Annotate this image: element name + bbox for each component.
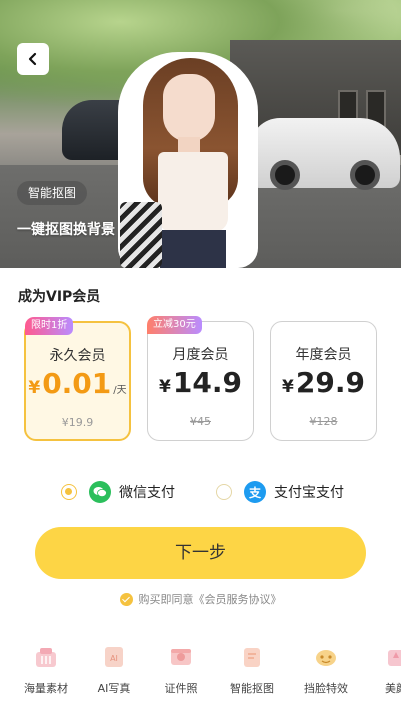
plan-price: ¥ 14.9 [148, 366, 253, 399]
feature-label: 证件照 [164, 682, 198, 695]
price-currency: ¥ [159, 377, 171, 397]
back-button[interactable] [17, 43, 49, 75]
smart-cutout-icon [239, 644, 265, 670]
feature-bar: 海量素材 AI AI写真 证件照 智能抠图 挡脸特效 美颜 [0, 644, 401, 704]
agreement-row[interactable]: 购买即同意《会员服务协议》 [0, 591, 401, 607]
car-wheel [270, 160, 300, 190]
payment-label: 支付宝支付 [274, 485, 344, 501]
price-amount: 29.9 [295, 366, 365, 399]
feature-label: 海量素材 [24, 682, 68, 695]
hero-slogan: 一键抠图换背景 [17, 222, 115, 238]
wechat-pay-icon [89, 481, 111, 503]
plan-original-price: ¥45 [190, 415, 211, 428]
alipay-icon: 支 [244, 481, 266, 503]
payment-option-wechat[interactable]: 微信支付 [61, 480, 175, 504]
plan-badge: 立减30元 [147, 316, 202, 334]
cutout-model-figure [118, 52, 258, 268]
feature-item-beauty[interactable]: 美颜 [366, 644, 401, 696]
car-wheel [350, 160, 380, 190]
plan-card-lifetime[interactable]: 限时1折 永久会员 ¥ 0.01 /天 ¥19.9 [24, 317, 131, 441]
price-unit: /天 [113, 385, 127, 396]
plan-name: 月度会员 [172, 347, 229, 363]
plan-original-price: ¥19.9 [61, 416, 94, 429]
feature-item-id-photo[interactable]: 证件照 [151, 644, 211, 696]
feature-item-ai-portrait[interactable]: AI AI写真 [84, 644, 144, 696]
feature-item-material[interactable]: 海量素材 [16, 644, 76, 696]
face-effect-icon [313, 644, 339, 670]
feature-label: 挡脸特效 [304, 682, 348, 695]
model-top [158, 152, 228, 232]
plan-card-monthly[interactable]: 立减30元 月度会员 ¥ 14.9 ¥45 [147, 316, 254, 441]
feature-label: 美颜 [385, 682, 401, 695]
chevron-left-icon [28, 52, 37, 66]
radio-button[interactable] [216, 484, 232, 500]
feature-item-smart-cutout[interactable]: 智能抠图 [222, 644, 282, 696]
agreement-check-icon[interactable] [119, 592, 133, 606]
wechat-bubble-icon [93, 487, 107, 497]
id-photo-icon [168, 644, 194, 670]
hero-tag: 智能抠图 [17, 181, 88, 205]
svg-text:AI: AI [110, 654, 118, 663]
plan-badge: 限时1折 [25, 317, 74, 335]
model-skirt [160, 230, 226, 268]
payment-option-alipay[interactable]: 支 支付宝支付 [216, 480, 344, 504]
material-icon [33, 644, 59, 670]
plan-name: 永久会员 [49, 348, 106, 364]
feature-label: 智能抠图 [230, 682, 274, 695]
plan-name: 年度会员 [295, 347, 352, 363]
agreement-text[interactable]: 购买即同意《会员服务协议》 [139, 591, 282, 607]
plan-price: ¥ 0.01 /天 [26, 367, 129, 400]
price-amount: 0.01 [42, 367, 112, 400]
model-bag [120, 202, 162, 268]
feature-label: AI写真 [97, 682, 131, 695]
next-step-button[interactable]: 下一步 [35, 527, 366, 579]
plan-card-yearly[interactable]: 年度会员 ¥ 29.9 ¥128 [270, 321, 377, 441]
price-currency: ¥ [282, 377, 294, 397]
price-amount: 14.9 [172, 366, 242, 399]
feature-item-face-effect[interactable]: 挡脸特效 [296, 644, 356, 696]
radio-button[interactable] [61, 484, 77, 500]
model-face [163, 74, 215, 142]
vip-section-title: 成为VIP会员 [18, 289, 101, 305]
payment-label: 微信支付 [119, 485, 175, 501]
plan-original-price: ¥128 [309, 415, 338, 428]
beauty-icon [383, 644, 401, 670]
ai-portrait-icon: AI [101, 644, 127, 670]
hero-banner: 智能抠图 一键抠图换背景 [0, 0, 401, 268]
white-car [250, 118, 400, 190]
price-currency: ¥ [28, 378, 41, 398]
plan-price: ¥ 29.9 [271, 366, 376, 399]
